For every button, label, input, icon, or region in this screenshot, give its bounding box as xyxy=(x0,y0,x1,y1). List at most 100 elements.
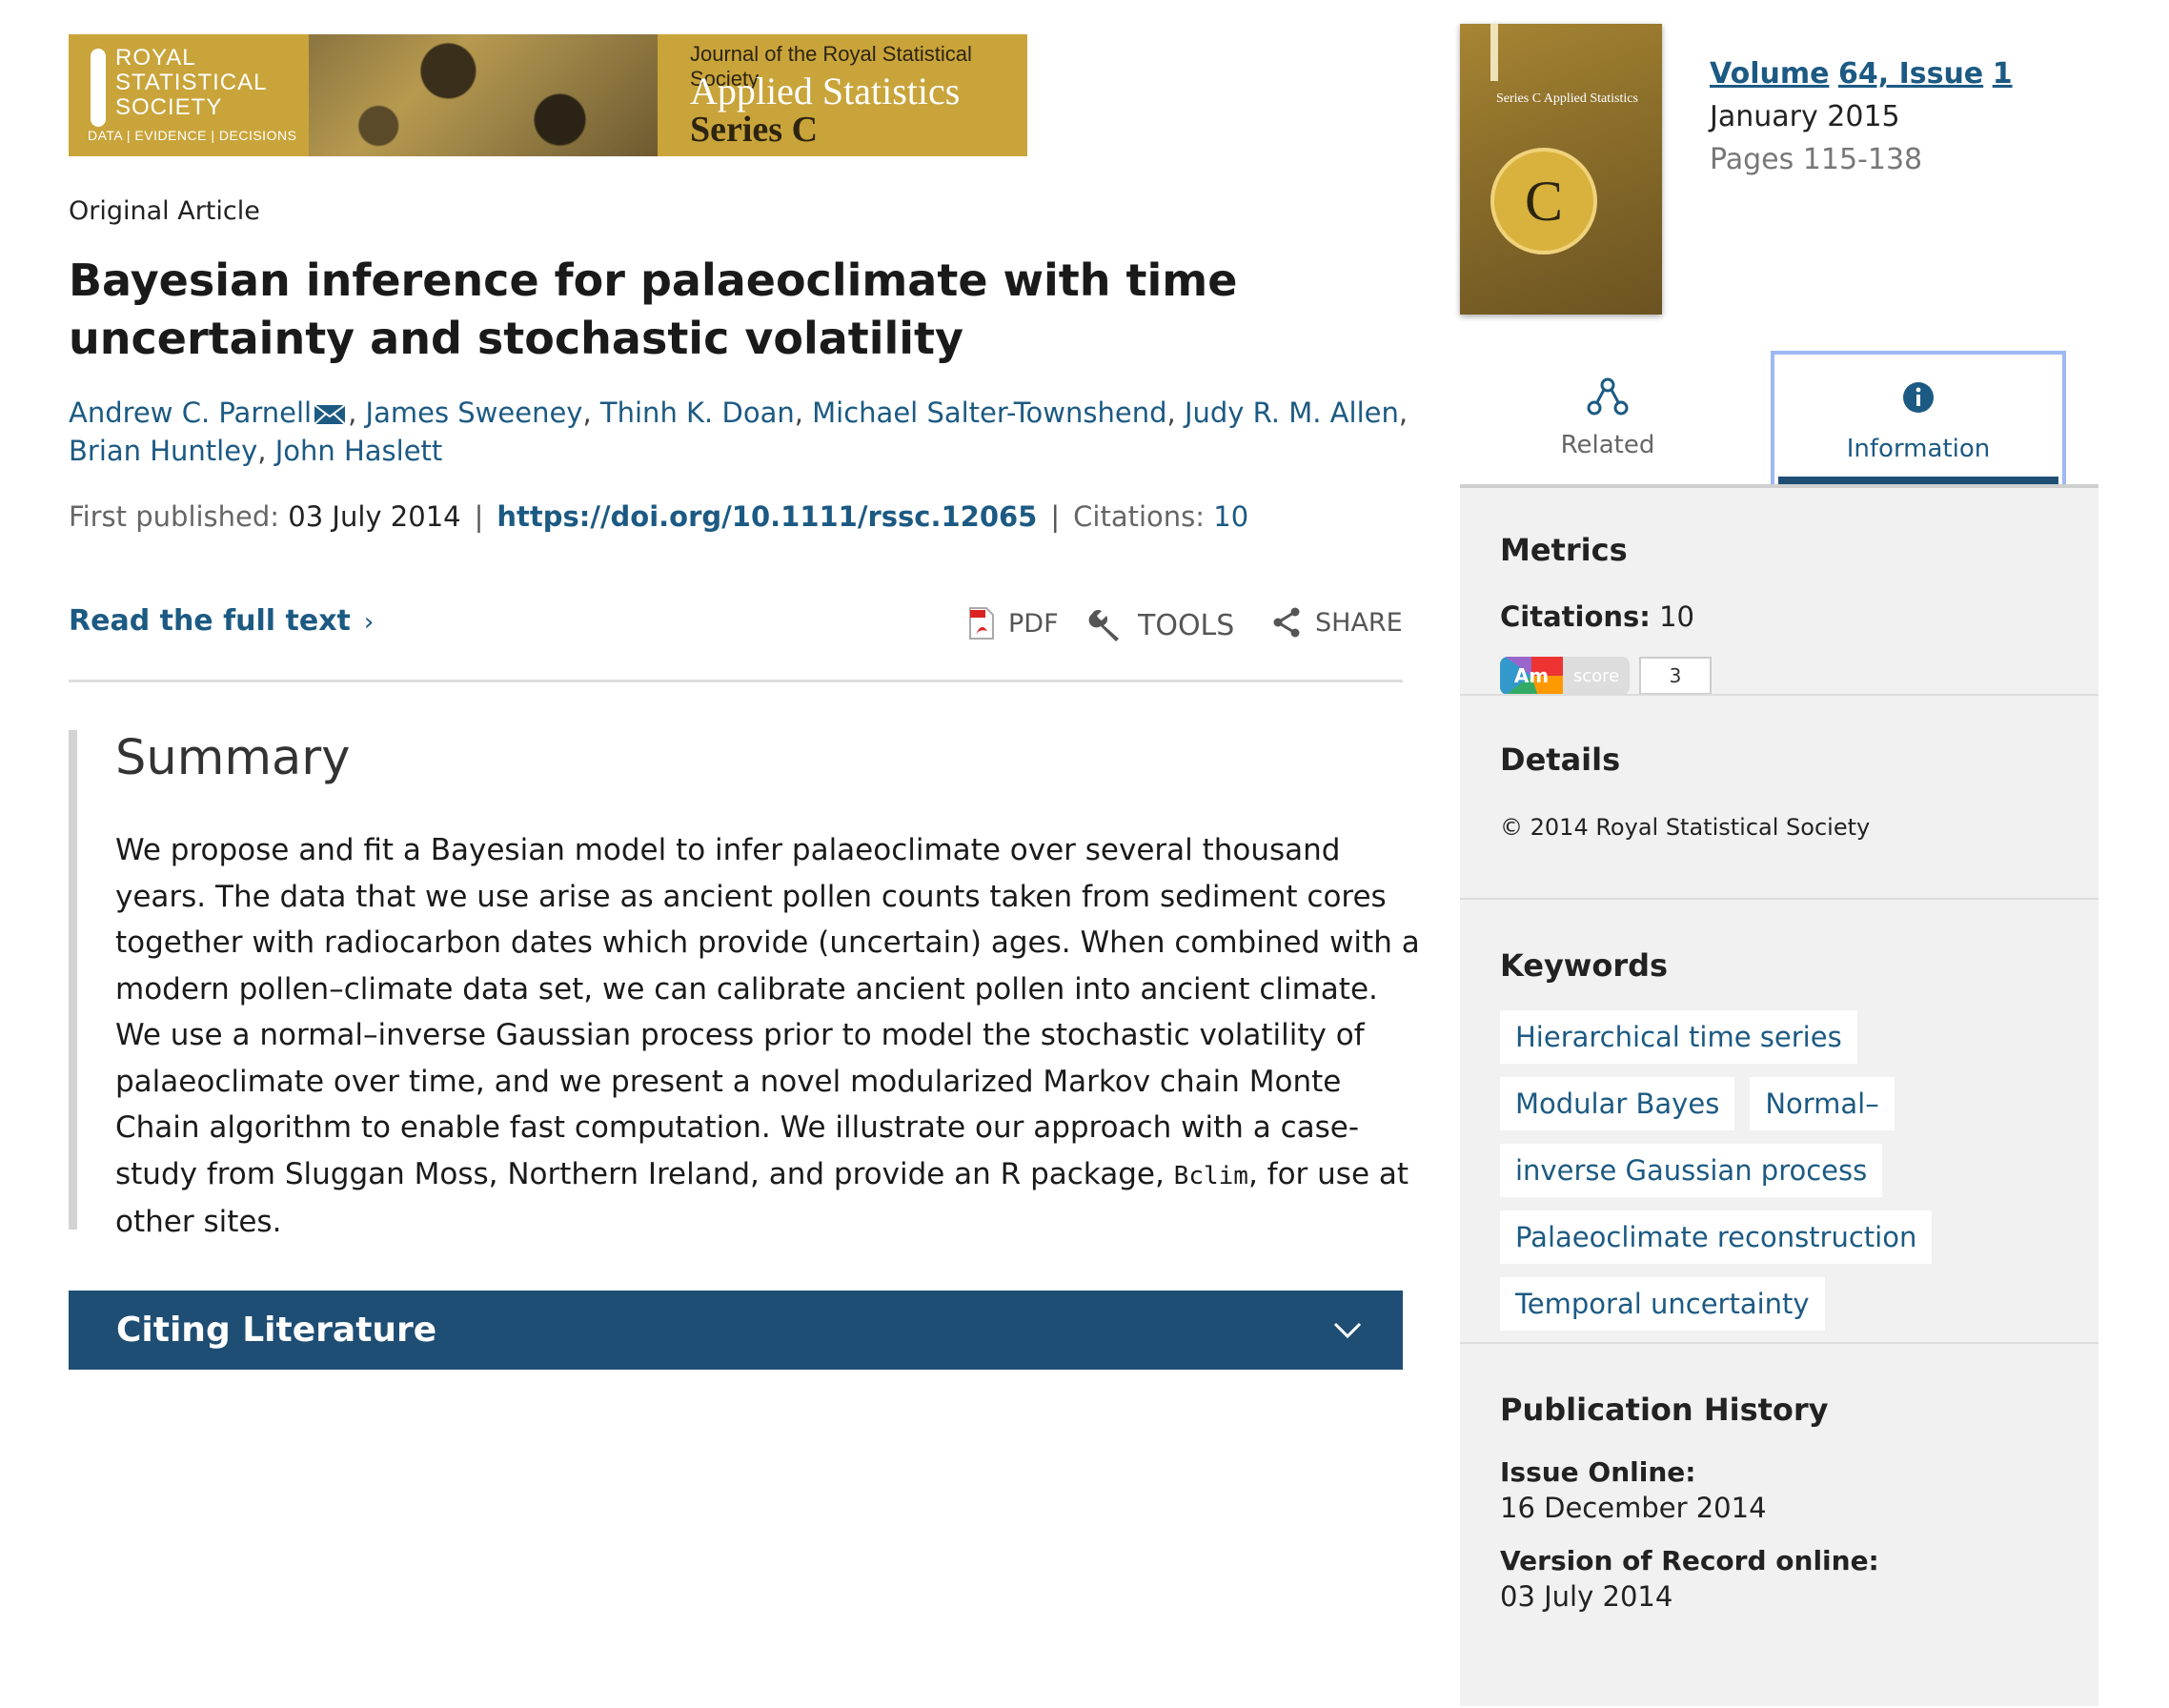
journal-banner[interactable]: ROYAL STATISTICAL SOCIETY DATA | EVIDENC… xyxy=(69,34,1027,156)
society-tagline: DATA | EVIDENCE | DECISIONS xyxy=(88,128,297,143)
wrench-icon xyxy=(1088,609,1119,641)
author-link[interactable]: John Haslett xyxy=(275,435,443,467)
article-type: Original Article xyxy=(69,196,260,226)
publication-meta: First published: 03 July 2014 | https://do… xyxy=(69,500,1248,533)
journal-cover[interactable]: Series C Applied Statistics C xyxy=(1460,24,1662,315)
version-of-record-date: 03 July 2014 xyxy=(1500,1580,1673,1613)
mail-icon[interactable] xyxy=(314,404,346,425)
share-icon xyxy=(1273,607,1300,638)
keyword-chip[interactable]: inverse Gaussian process xyxy=(1500,1144,1883,1197)
publication-history-section: Publication History Issue Online: 16 Dec… xyxy=(1460,1392,2098,1613)
summary-section: Summary We propose and fit a Bayesian mo… xyxy=(69,730,1420,1239)
details-section: Details © 2014 Royal Statistical Society xyxy=(1460,742,2098,841)
society-line-2: STATISTICAL xyxy=(115,70,268,95)
society-line-3: SOCIETY xyxy=(115,94,223,120)
issue-number-link[interactable]: 1 xyxy=(1993,57,2013,91)
section-divider xyxy=(1460,1342,2098,1344)
society-name: ROYAL STATISTICAL SOCIETY xyxy=(115,46,267,120)
active-tab-indicator xyxy=(1778,477,2058,484)
pdf-button[interactable]: PDF xyxy=(968,606,1059,640)
issue-info: Volume 64, Issue 1 January 2015 Pages 11… xyxy=(1710,52,2013,181)
keyword-chip[interactable]: Hierarchical time series xyxy=(1500,1010,1857,1064)
first-published-date: 03 July 2014 xyxy=(288,500,461,533)
citations-label: Citations: xyxy=(1073,500,1206,533)
metrics-section: Metrics Citations: 10 Am score 3 xyxy=(1460,532,2098,696)
keywords-heading: Keywords xyxy=(1500,947,1669,984)
citing-literature-label: Citing Literature xyxy=(116,1311,437,1350)
summary-heading: Summary xyxy=(115,730,351,786)
journal-series: Series C xyxy=(690,110,819,150)
tab-information-label: Information xyxy=(1846,435,1991,463)
keywords-section: Keywords Hierarchical time series Modula… xyxy=(1460,947,2098,1331)
related-icon xyxy=(1587,377,1629,416)
cover-series-text: Series C Applied Statistics xyxy=(1496,92,1638,106)
keyword-chip[interactable]: Normal– xyxy=(1750,1077,1895,1130)
keyword-chip[interactable]: Temporal uncertainty xyxy=(1500,1277,1825,1331)
metrics-citations-label: Citations: xyxy=(1500,600,1651,633)
author-link[interactable]: Andrew C. Parnell xyxy=(69,396,312,429)
first-published-label: First published: xyxy=(69,500,280,533)
volume-number-link[interactable]: 64, Issue xyxy=(1838,57,1983,91)
pdf-icon xyxy=(969,607,994,640)
altmetric-score-label: score xyxy=(1563,657,1630,695)
keyword-chip[interactable]: Palaeoclimate reconstruction xyxy=(1500,1210,1933,1264)
share-label: SHARE xyxy=(1315,607,1403,638)
volume-issue-line: Volume 64, Issue 1 xyxy=(1710,52,2013,95)
citing-literature-accordion[interactable]: Citing Literature xyxy=(69,1291,1403,1370)
citations-count-link[interactable]: 10 xyxy=(1213,500,1248,533)
package-name: Bclim xyxy=(1173,1161,1248,1190)
altmetric-am-icon: Am xyxy=(1500,657,1563,695)
issue-online-label: Issue Online: xyxy=(1500,1456,1696,1488)
section-divider xyxy=(1460,694,2098,696)
altmetric-badge[interactable]: Am score 3 xyxy=(1500,656,2098,696)
chevron-right-icon: › xyxy=(363,608,375,637)
summary-text-part: We propose and fit a Bayesian model to i… xyxy=(115,833,1420,1191)
keyword-chip[interactable]: Modular Bayes xyxy=(1500,1077,1735,1130)
cover-logo-bar xyxy=(1490,24,1498,81)
author-link[interactable]: James Sweeney xyxy=(366,396,583,429)
volume-link[interactable]: Volume xyxy=(1710,57,1829,91)
separator: | xyxy=(1050,500,1061,533)
tools-button[interactable]: TOOLS xyxy=(1086,606,1234,644)
author-link[interactable]: Michael Salter-Townshend xyxy=(812,396,1166,429)
cover-badge: C xyxy=(1490,148,1597,254)
divider xyxy=(69,680,1403,682)
pdf-label: PDF xyxy=(1008,608,1059,639)
copyright-text: © 2014 Royal Statistical Society xyxy=(1500,814,1871,841)
keyword-list: Hierarchical time series Modular Bayes N… xyxy=(1500,1010,1957,1331)
author-link[interactable]: Brian Huntley xyxy=(69,435,257,467)
author-link[interactable]: Judy R. M. Allen xyxy=(1185,396,1399,429)
section-divider xyxy=(1460,898,2098,900)
separator: | xyxy=(474,500,484,533)
author-link[interactable]: Thinh K. Doan xyxy=(600,396,795,429)
doi-link[interactable]: https://doi.org/10.1111/rssc.12065 xyxy=(497,500,1037,533)
sidebar-tabs: Related Information xyxy=(1460,351,2098,488)
tab-related-label: Related xyxy=(1560,431,1655,459)
issue-online-date: 16 December 2014 xyxy=(1500,1492,1767,1524)
issue-pages: Pages 115-138 xyxy=(1710,143,1923,176)
tab-information[interactable]: Information xyxy=(1771,351,2066,484)
version-of-record-label: Version of Record online: xyxy=(1500,1545,1879,1576)
banner-photo xyxy=(309,34,658,156)
tab-related[interactable]: Related xyxy=(1460,351,1755,484)
publication-history-heading: Publication History xyxy=(1500,1392,1829,1428)
article-title: Bayesian inference for palaeoclimate wit… xyxy=(69,254,1238,364)
summary-text: We propose and fit a Bayesian model to i… xyxy=(115,827,1430,1246)
read-full-text-link[interactable]: Read the full text › xyxy=(69,604,374,638)
altmetric-score: 3 xyxy=(1639,657,1712,695)
metrics-heading: Metrics xyxy=(1500,532,1628,568)
details-heading: Details xyxy=(1500,742,1621,778)
author-list: Andrew C. Parnell, James Sweeney, Thinh … xyxy=(69,396,1409,467)
metrics-citations: Citations: 10 xyxy=(1500,600,2098,633)
read-full-text-label: Read the full text xyxy=(69,604,351,638)
issue-date: January 2015 xyxy=(1710,100,1900,133)
rss-logo-bar xyxy=(91,49,106,127)
information-panel: Metrics Citations: 10 Am score 3 Details… xyxy=(1460,488,2098,1706)
share-button[interactable]: SHARE xyxy=(1271,606,1403,639)
metrics-citations-value: 10 xyxy=(1659,600,1695,633)
society-line-1: ROYAL xyxy=(115,45,196,71)
tools-label: TOOLS xyxy=(1138,608,1235,642)
info-icon xyxy=(1903,382,1934,413)
journal-title: Applied Statistics xyxy=(690,70,961,112)
chevron-down-icon xyxy=(1333,1322,1362,1338)
